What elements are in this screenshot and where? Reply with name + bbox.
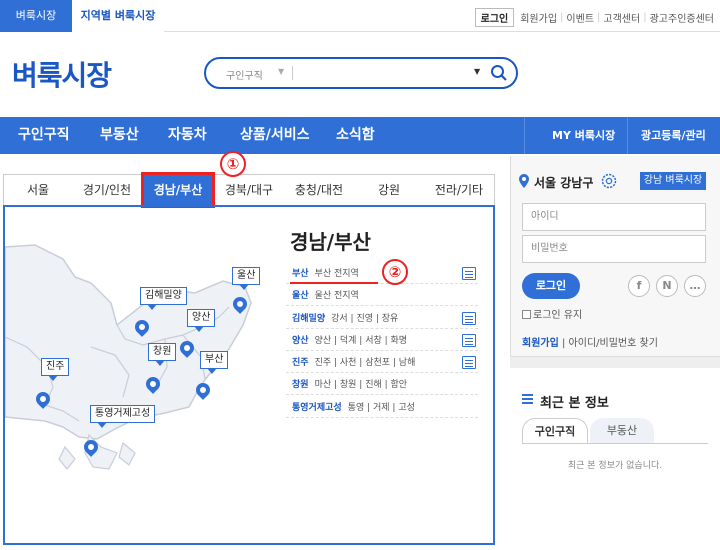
nav-jobs[interactable]: 구인구직 bbox=[18, 117, 70, 154]
logo[interactable]: 벼룩시장 bbox=[12, 54, 112, 94]
panel-title: 경남/부산 bbox=[290, 230, 371, 254]
empty-message: 최근 본 정보가 없습니다. bbox=[567, 461, 663, 471]
gear-icon[interactable] bbox=[601, 173, 617, 189]
region-row-city[interactable]: 통영거제고성 bbox=[292, 403, 342, 413]
divider bbox=[522, 443, 708, 444]
top-login-button[interactable]: 로그인 bbox=[474, 7, 515, 27]
link-event[interactable]: 이벤트 bbox=[566, 10, 594, 25]
region-row-subs[interactable]: 강서 | 진영 | 장유 bbox=[331, 314, 398, 324]
search-category[interactable]: 구인구직 bbox=[226, 67, 263, 82]
checkbox[interactable] bbox=[522, 310, 531, 319]
divider bbox=[524, 117, 525, 154]
recent-title: 최근 본 정보 bbox=[540, 396, 609, 411]
region-row-subs[interactable]: 마산 | 창원 | 진해 | 함안 bbox=[315, 380, 408, 390]
region-row-city[interactable]: 진주 bbox=[292, 358, 309, 368]
document-icon[interactable] bbox=[462, 312, 476, 325]
password-field[interactable]: 비밀번호 bbox=[522, 235, 706, 263]
document-icon[interactable] bbox=[462, 267, 476, 280]
map-label-jinju[interactable]: 진주 bbox=[41, 358, 70, 381]
region-row-city[interactable]: 창원 bbox=[292, 380, 309, 390]
region-row-city[interactable]: 양산 bbox=[292, 336, 309, 346]
map-label-yangsan[interactable]: 양산 bbox=[187, 309, 216, 332]
top-bar: 벼룩시장 지역별 벼룩시장 로그인 회원가입 | 이벤트 | 고객센터 | 광고주인증… bbox=[0, 0, 720, 32]
region-row[interactable]: 양산 양산 | 덕계 | 서창 | 화명 bbox=[286, 331, 478, 351]
map-label-busan[interactable]: 부산 bbox=[200, 351, 229, 374]
document-icon[interactable] bbox=[462, 356, 476, 369]
tab-gyeonggi[interactable]: 경기/인천 bbox=[72, 175, 142, 205]
main-nav: 구인구직 부동산 자동차 상품/서비스 소식함 MY 벼룩시장 광고등록/관리 bbox=[0, 117, 720, 154]
tab-byeoruk[interactable]: 벼룩시장 bbox=[0, 0, 72, 32]
tab-gyeongnam[interactable]: 경남/부산 bbox=[141, 172, 215, 208]
region-row-subs[interactable]: 부산 전지역 bbox=[315, 269, 359, 279]
nav-goods[interactable]: 상품/서비스 bbox=[240, 117, 310, 154]
region-row-subs[interactable]: 통영 | 거제 | 고성 bbox=[348, 403, 415, 413]
region-row-city[interactable]: 김해밀양 bbox=[292, 314, 325, 324]
region-row-subs[interactable]: 양산 | 덕계 | 서창 | 화명 bbox=[315, 336, 408, 346]
document-icon[interactable] bbox=[462, 334, 476, 347]
chat-icon[interactable]: … bbox=[684, 275, 706, 297]
annotation-1: ① bbox=[220, 151, 246, 177]
chevron-down-icon[interactable]: ▼ bbox=[474, 67, 480, 76]
tab-regional[interactable]: 지역별 벼룩시장 bbox=[72, 0, 164, 32]
region-row[interactable]: 울산 울산 전지역 bbox=[286, 286, 478, 306]
tab-gyeongbuk[interactable]: 경북/대구 bbox=[214, 175, 284, 205]
chevron-down-icon[interactable]: ▼ bbox=[278, 67, 284, 76]
login-button[interactable]: 로그인 bbox=[522, 273, 580, 299]
link-join[interactable]: 회원가입 bbox=[520, 10, 557, 25]
map-label-gimhae[interactable]: 김해밀양 bbox=[140, 287, 187, 310]
location-pin-icon bbox=[519, 174, 529, 188]
annotation-underline bbox=[290, 282, 378, 284]
find-account-link[interactable]: 아이디/비밀번호 찾기 bbox=[569, 338, 658, 349]
top-links: 로그인 회원가입 | 이벤트 | 고객센터 | 광고주인증센터 bbox=[474, 7, 714, 27]
nav-news[interactable]: 소식함 bbox=[336, 117, 375, 154]
facebook-icon[interactable]: f bbox=[628, 275, 650, 297]
map-label-ulsan[interactable]: 울산 bbox=[232, 267, 261, 290]
tab-gangwon[interactable]: 강원 bbox=[354, 175, 424, 205]
nav-realestate[interactable]: 부동산 bbox=[100, 117, 139, 154]
region-row[interactable]: 창원 마산 | 창원 | 진해 | 함안 bbox=[286, 375, 478, 395]
region-row-subs[interactable]: 울산 전지역 bbox=[315, 291, 359, 301]
recent-tab-jobs[interactable]: 구인구직 bbox=[522, 418, 588, 444]
link-advertiser[interactable]: 광고주인증센터 bbox=[650, 10, 714, 25]
account-links: 회원가입 | 아이디/비밀번호 찾기 bbox=[522, 338, 658, 349]
nav-ad[interactable]: 광고등록/관리 bbox=[641, 117, 706, 154]
link-support[interactable]: 고객센터 bbox=[603, 10, 640, 25]
region-tabs: 서울 경기/인천 경남/부산 경북/대구 충청/대전 강원 전라/기타 bbox=[3, 172, 495, 208]
region-row[interactable]: 김해밀양 강서 | 진영 | 장유 bbox=[286, 309, 478, 329]
search-icon[interactable] bbox=[490, 64, 508, 82]
region-row[interactable]: 통영거제고성 통영 | 거제 | 고성 bbox=[286, 398, 478, 418]
map-label-changwon[interactable]: 창원 bbox=[148, 343, 177, 366]
list-icon bbox=[522, 394, 533, 404]
annotation-2: ② bbox=[382, 259, 408, 285]
local-market-button[interactable]: 강남 벼룩시장 bbox=[640, 172, 706, 190]
divider bbox=[627, 117, 628, 154]
search-bar[interactable]: 구인구직 ▼ ▼ bbox=[204, 57, 518, 89]
location-text: 서울 강남구 bbox=[534, 176, 594, 190]
join-link[interactable]: 회원가입 bbox=[522, 338, 559, 349]
keep-login-label: 로그인 유지 bbox=[533, 310, 583, 321]
keep-login[interactable]: 로그인 유지 bbox=[522, 306, 582, 321]
divider bbox=[510, 356, 720, 368]
naver-icon[interactable]: N bbox=[656, 275, 678, 297]
region-row-city[interactable]: 부산 bbox=[292, 269, 309, 279]
divider bbox=[292, 66, 293, 80]
nav-cars[interactable]: 자동차 bbox=[168, 117, 207, 154]
tab-chungcheong[interactable]: 충청/대전 bbox=[284, 175, 354, 205]
region-row-city[interactable]: 울산 bbox=[292, 291, 309, 301]
map-label-tongyeong[interactable]: 통영거제고성 bbox=[90, 405, 156, 428]
recent-tab-realestate[interactable]: 부동산 bbox=[590, 418, 654, 444]
nav-my[interactable]: MY 벼룩시장 bbox=[552, 117, 615, 154]
region-row-subs[interactable]: 진주 | 사천 | 삼천포 | 남해 bbox=[315, 358, 416, 368]
tab-seoul[interactable]: 서울 bbox=[4, 175, 72, 205]
id-field[interactable]: 아이디 bbox=[522, 203, 706, 231]
tab-jeolla[interactable]: 전라/기타 bbox=[424, 175, 494, 205]
region-row[interactable]: 진주 진주 | 사천 | 삼천포 | 남해 bbox=[286, 353, 478, 373]
